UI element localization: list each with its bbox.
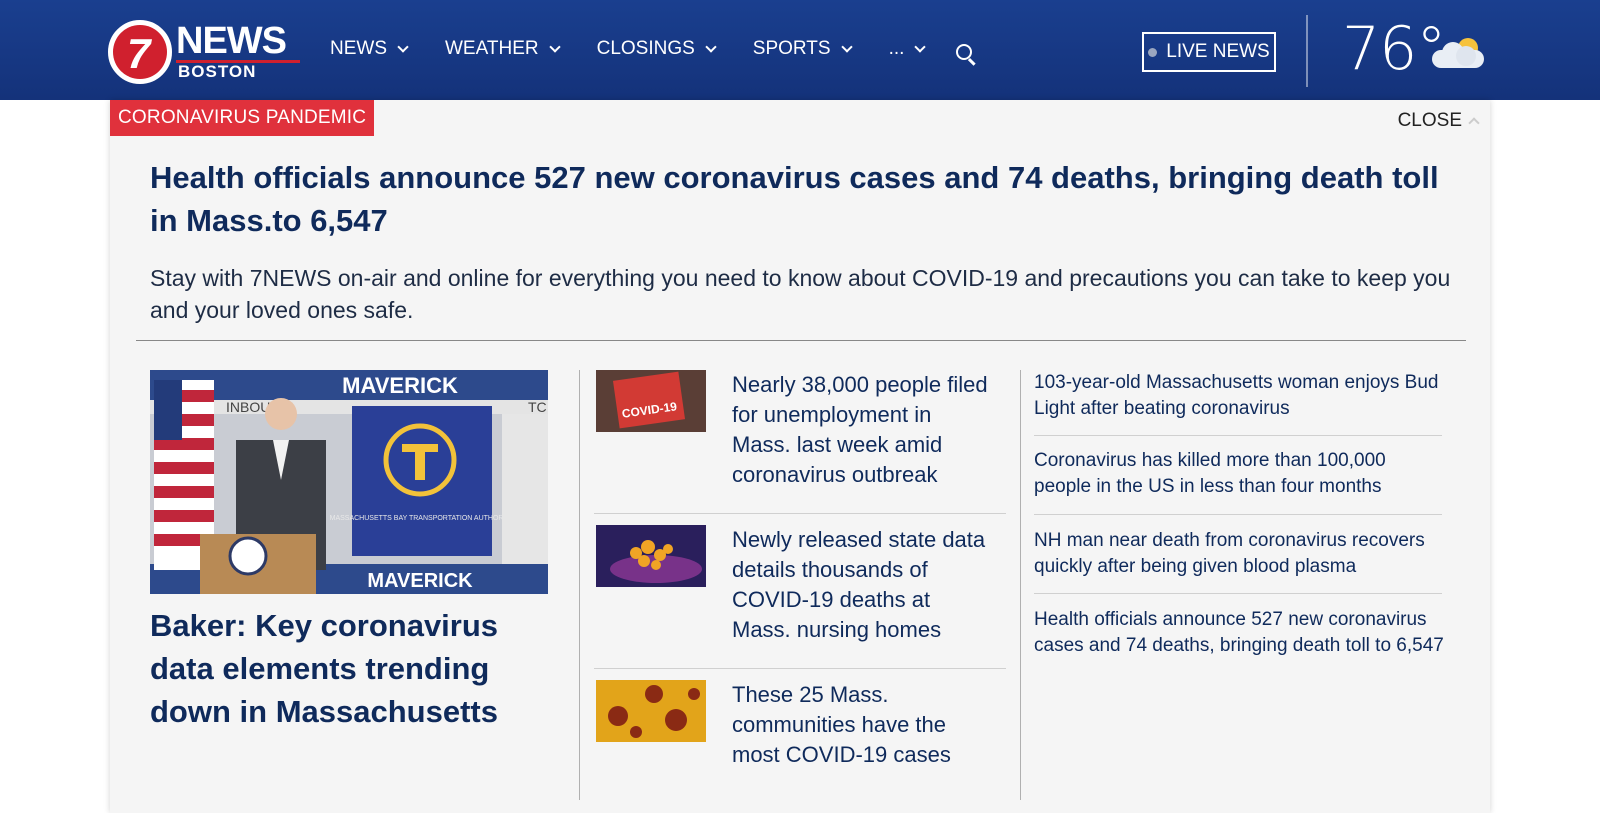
live-news-button[interactable]: LIVE NEWS [1142, 32, 1276, 72]
chevron-down-icon [705, 41, 717, 53]
search-icon[interactable] [956, 44, 978, 66]
live-news-label: LIVE NEWS [1166, 41, 1270, 62]
logo-seven-badge: 7 [108, 20, 172, 84]
nav-label: SPORTS [752, 38, 831, 59]
headline-link[interactable]: 103-year-old Massachusetts woman enjoys … [1034, 370, 1444, 422]
site-header: 7 NEWS BOSTON NEWS WEATHER CLOSINGS SPOR… [0, 0, 1600, 100]
coronavirus-panel: CORONAVIRUS PANDEMIC CLOSE Health offici… [110, 100, 1490, 813]
nav-label: CLOSINGS [596, 38, 695, 59]
sign-bottom-text: MAVERICK [367, 570, 473, 592]
story-thumbnail: COVID-19 [596, 370, 706, 432]
feature-photo: MAVERICK MAVERICK INBOU TC MASSACHUSETTS… [150, 370, 548, 594]
story-title[interactable]: Newly released state data details thousa… [732, 525, 992, 645]
section-tag[interactable]: CORONAVIRUS PANDEMIC [110, 100, 375, 136]
headline-link[interactable]: Health officials announce 527 new corona… [1034, 607, 1444, 659]
story-title[interactable]: These 25 Mass. communities have the most… [732, 680, 992, 770]
story-divider [594, 513, 1006, 514]
nav-item-weather[interactable]: WEATHER [445, 38, 561, 60]
main-nav: NEWS WEATHER CLOSINGS SPORTS ... [330, 38, 962, 60]
story-title[interactable]: Nearly 38,000 people filed for unemploym… [732, 370, 992, 490]
feature-image[interactable]: MAVERICK MAVERICK INBOU TC MASSACHUSETTS… [150, 370, 548, 594]
7news-boston-logo[interactable]: 7 NEWS BOSTON [108, 18, 308, 84]
story-thumbnail [596, 680, 706, 742]
column-divider [579, 370, 580, 800]
close-label: CLOSE [1397, 110, 1462, 131]
chevron-down-icon [914, 41, 927, 53]
live-dot-icon [1148, 47, 1158, 57]
nav-label: WEATHER [445, 38, 539, 59]
nav-item-news[interactable]: NEWS [330, 38, 409, 60]
partly-cloudy-icon [1428, 36, 1490, 70]
wall-text-left: INBOU [226, 399, 270, 415]
sign-top-text: MAVERICK [342, 373, 458, 398]
story-item[interactable]: These 25 Mass. communities have the most… [596, 680, 1006, 780]
link-divider [1034, 514, 1442, 515]
panel-headline[interactable]: Health officials announce 527 new corona… [150, 156, 1450, 242]
chevron-down-icon [840, 41, 853, 53]
nav-label: ... [888, 38, 905, 59]
wall-text-right: TC [528, 399, 547, 415]
headline-link[interactable]: NH man near death from coronavirus recov… [1034, 528, 1444, 580]
nav-item-sports[interactable]: SPORTS [752, 38, 853, 60]
chevron-up-icon [1468, 117, 1480, 129]
header-divider [1306, 15, 1308, 87]
panel-divider [136, 340, 1466, 341]
link-divider [1034, 435, 1442, 436]
nav-item-more[interactable]: ... [888, 38, 927, 60]
close-button[interactable]: CLOSE [1397, 110, 1480, 132]
column-divider [1020, 370, 1021, 800]
logo-city-text: BOSTON [178, 62, 257, 81]
nav-item-closings[interactable]: CLOSINGS [596, 38, 717, 60]
logo-seven-number: 7 [127, 30, 151, 77]
chevron-down-icon [548, 41, 561, 53]
panel-subhead: Stay with 7NEWS on-air and online for ev… [150, 265, 1451, 323]
logo-news-text: NEWS [176, 20, 287, 62]
link-divider [1034, 593, 1442, 594]
story-divider [594, 668, 1006, 669]
story-item[interactable]: COVID-19 Nearly 38,000 people filed for … [596, 370, 1006, 500]
chevron-down-icon [397, 41, 409, 53]
banner-text: MASSACHUSETTS BAY TRANSPORTATION AUTHORI… [330, 515, 515, 522]
nav-label: NEWS [330, 38, 387, 59]
feature-title[interactable]: Baker: Key coronavirus data elements tre… [150, 604, 550, 733]
story-thumbnail [596, 525, 706, 587]
headline-link[interactable]: Coronavirus has killed more than 100,000… [1034, 448, 1444, 500]
story-item[interactable]: Newly released state data details thousa… [596, 525, 1006, 655]
